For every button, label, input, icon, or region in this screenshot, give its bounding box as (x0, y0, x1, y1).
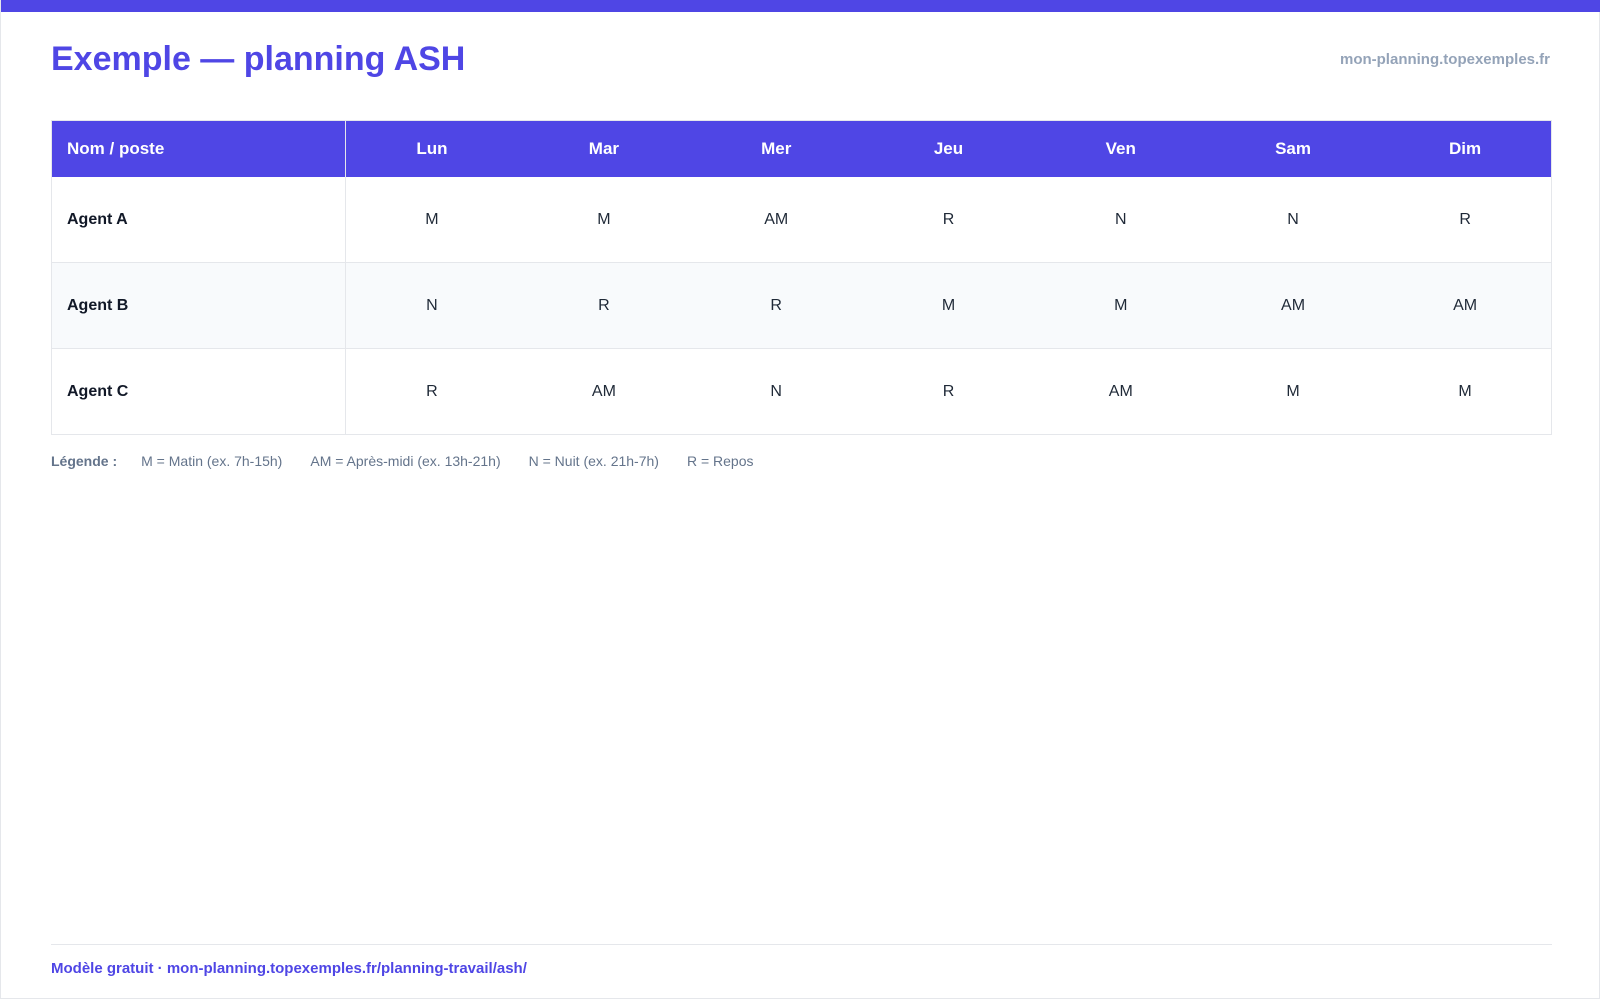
shift-cell: R (690, 262, 863, 349)
shift-cell: M (1206, 348, 1380, 435)
shift-cell: AM (690, 177, 863, 263)
column-header-name: Nom / poste (51, 120, 346, 177)
shift-cell: N (1206, 177, 1380, 263)
legend-item: AM = Après-midi (ex. 13h-21h) (310, 453, 501, 469)
agent-name: Agent B (51, 262, 346, 349)
table-header-row: Nom / poste Lun Mar Mer Jeu Ven Sam Dim (51, 120, 1552, 177)
top-accent-bar (1, 0, 1600, 12)
shift-cell: N (345, 262, 518, 349)
shift-cell: M (345, 177, 518, 263)
shift-cell: AM (1034, 348, 1207, 435)
shift-cell: N (690, 348, 863, 435)
column-header-day: Ven (1034, 120, 1207, 177)
column-header-day: Sam (1206, 120, 1380, 177)
table-row: Agent B N R R M M AM AM (51, 262, 1552, 349)
column-header-day: Lun (345, 120, 518, 177)
shift-cell: AM (1379, 262, 1552, 349)
schedule-table: Nom / poste Lun Mar Mer Jeu Ven Sam Dim … (51, 120, 1552, 435)
planning-page: Exemple — planning ASH mon-planning.tope… (0, 0, 1600, 999)
shift-cell: R (345, 348, 518, 435)
shift-cell: M (1034, 262, 1207, 349)
shift-cell: N (1034, 177, 1207, 263)
legend-item: N = Nuit (ex. 21h-7h) (528, 453, 659, 469)
page-title: Exemple — planning ASH (51, 40, 466, 78)
agent-name: Agent C (51, 348, 346, 435)
footer-link[interactable]: Modèle gratuit · mon-planning.topexemple… (51, 960, 527, 977)
site-name: mon-planning.topexemples.fr (1339, 51, 1550, 68)
shift-cell: AM (517, 348, 691, 435)
legend-item: R = Repos (686, 453, 754, 469)
shift-cell: AM (1206, 262, 1380, 349)
legend-label: Légende : (51, 453, 118, 469)
table-row: Agent A M M AM R N N R (51, 177, 1552, 263)
shift-cell: M (517, 177, 691, 263)
footer-divider (51, 944, 1552, 945)
shift-cell: R (862, 348, 1035, 435)
column-header-day: Mer (690, 120, 863, 177)
shift-cell: R (517, 262, 691, 349)
shift-cell: R (862, 177, 1035, 263)
shift-cell: M (862, 262, 1035, 349)
column-header-day: Jeu (862, 120, 1035, 177)
legend-item: M = Matin (ex. 7h-15h) (141, 453, 283, 469)
shift-cell: R (1379, 177, 1552, 263)
column-header-day: Dim (1379, 120, 1552, 177)
table-row: Agent C R AM N R AM M M (51, 348, 1552, 435)
legend: Légende : M = Matin (ex. 7h-15h) AM = Ap… (51, 453, 754, 469)
column-header-day: Mar (517, 120, 691, 177)
shift-cell: M (1379, 348, 1552, 435)
agent-name: Agent A (51, 177, 346, 263)
